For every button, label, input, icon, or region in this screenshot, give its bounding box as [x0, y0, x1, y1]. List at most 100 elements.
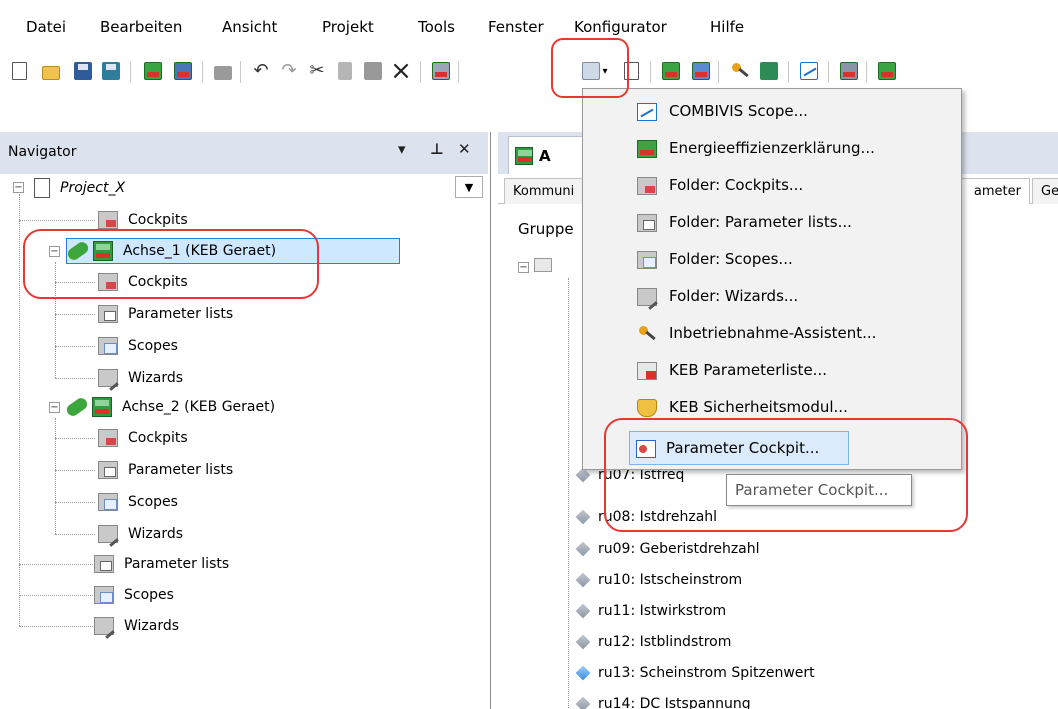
panel-divider[interactable] [490, 132, 491, 709]
tree-item-project[interactable]: Project_X [34, 175, 129, 201]
new-file-icon[interactable] [6, 58, 32, 84]
tree-item-label: Scopes [128, 338, 178, 354]
save-icon[interactable] [70, 58, 96, 84]
parameter-row[interactable]: ru09: Geberistdrehzahl [575, 536, 760, 562]
collapse-toggle[interactable]: − [518, 262, 529, 273]
tree-item-achse-2[interactable]: Achse_2 (KEB Geraet) [64, 394, 279, 420]
menu-projekt[interactable]: Projekt [318, 16, 378, 38]
insert-dropdown-icon[interactable]: ▾ [576, 58, 614, 84]
export-icon[interactable] [618, 58, 644, 84]
menu-item-label: Folder: Scopes... [669, 250, 793, 268]
keb-parameter-icon[interactable] [428, 58, 454, 84]
menu-bearbeiten[interactable]: Bearbeiten [96, 16, 186, 38]
menu-item-energieeffizienz[interactable]: Energieeffizienzerklärung... [585, 132, 959, 166]
tree-line [55, 418, 56, 534]
parameter-row[interactable]: ru10: Istscheinstrom [575, 567, 743, 593]
tree-item-achse-2-parameter-lists[interactable]: Parameter lists [98, 457, 237, 483]
tree-item-label: Cockpits [128, 430, 188, 446]
menu-item-inbetriebnahme-assistent[interactable]: Inbetriebnahme-Assistent... [585, 317, 959, 351]
folder-cockpits-icon [98, 429, 118, 447]
menu-item-combivis-scope[interactable]: COMBIVIS Scope... [585, 95, 959, 129]
parameter-row[interactable]: ru13: Scheinstrom Spitzenwert [575, 660, 815, 686]
tree-item-label: Wizards [128, 526, 184, 542]
menu-item-folder-wizards[interactable]: Folder: Wizards... [585, 280, 959, 314]
menu-konfigurator[interactable]: Konfigurator [570, 16, 671, 38]
delete-icon[interactable]: × [388, 58, 414, 84]
chevron-down-icon: ▼ [464, 180, 474, 194]
group-label: Gruppe [518, 220, 574, 238]
folder-wizards-icon [98, 525, 118, 543]
parameter-list-icon[interactable] [836, 58, 862, 84]
parameter-icon [575, 509, 591, 525]
device-settings-icon[interactable] [170, 58, 196, 84]
tab-parameter[interactable]: ameter [960, 178, 1030, 204]
menu-hilfe[interactable]: Hilfe [706, 16, 748, 38]
tree-item-achse-2-scopes[interactable]: Scopes [98, 489, 182, 515]
open-folder-icon[interactable] [38, 58, 64, 84]
cut-icon[interactable]: ✂ [304, 58, 330, 84]
close-icon[interactable]: ✕ [458, 140, 471, 158]
keb-device-icon[interactable] [140, 58, 166, 84]
collapse-toggle[interactable]: − [13, 182, 24, 193]
tab-kommunikation[interactable]: Kommuni [504, 178, 588, 204]
paste-icon[interactable] [360, 58, 386, 84]
tab-more[interactable]: Ge [1032, 178, 1058, 204]
tree-item-achse-1[interactable]: Achse_1 (KEB Geraet) [65, 238, 400, 264]
tree-item-achse-2-wizards[interactable]: Wizards [98, 521, 187, 547]
menu-item-label: Inbetriebnahme-Assistent... [669, 324, 877, 342]
menu-item-label: Folder: Wizards... [669, 287, 799, 305]
collapse-toggle[interactable]: − [49, 246, 60, 257]
keb-device-a-icon[interactable] [658, 58, 684, 84]
navigator-title: Navigator [8, 144, 77, 160]
parameter-label: ru10: Istscheinstrom [598, 572, 743, 588]
tree-item-achse-1-wizards[interactable]: Wizards [98, 365, 187, 391]
parameter-row[interactable]: ru08: Istdrehzahl [575, 504, 717, 530]
redo-icon[interactable]: ↷ [276, 58, 302, 84]
menu-tools[interactable]: Tools [414, 16, 459, 38]
commissioning-key-icon[interactable] [726, 58, 752, 84]
keb-parameter-list-icon [637, 362, 657, 380]
tree-item-achse-1-scopes[interactable]: Scopes [98, 333, 182, 359]
undo-icon[interactable]: ↶ [248, 58, 274, 84]
collapse-toggle[interactable]: − [49, 402, 60, 413]
copy-icon[interactable] [332, 58, 358, 84]
dropdown-arrow-icon[interactable]: ▾ [398, 140, 406, 158]
tree-item-cockpits[interactable]: Cockpits [98, 207, 192, 233]
pin-icon[interactable]: ⊥ [430, 140, 444, 158]
tree-item-achse-1-parameter-lists[interactable]: Parameter lists [98, 301, 237, 327]
tree-item-wizards[interactable]: Wizards [94, 613, 183, 639]
insert-dropdown-menu: COMBIVIS Scope... Energieeffizienzerklär… [582, 88, 962, 470]
save-all-icon[interactable] [98, 58, 124, 84]
navigator-dropdown-button[interactable]: ▼ [455, 176, 483, 198]
menu-ansicht[interactable]: Ansicht [218, 16, 281, 38]
menu-item-keb-parameterliste[interactable]: KEB Parameterliste... [585, 354, 959, 388]
toolbar-separator [788, 61, 789, 83]
parameter-row[interactable]: ru12: Istblindstrom [575, 629, 731, 655]
tree-item-label: Achse_2 (KEB Geraet) [122, 399, 276, 415]
folder-parameter-lists-icon [637, 214, 657, 232]
parameter-row[interactable]: ru14: DC Istspannung [575, 691, 751, 709]
tooltip: Parameter Cockpit... [726, 474, 912, 506]
tree-item-label: Project_X [60, 180, 126, 196]
menu-fenster[interactable]: Fenster [484, 16, 548, 38]
keb-device-b-icon[interactable] [688, 58, 714, 84]
menu-item-parameter-cockpit[interactable]: Parameter Cockpit... [629, 431, 849, 465]
keb-tool-icon[interactable] [874, 58, 900, 84]
print-icon[interactable] [210, 58, 236, 84]
safety-module-icon [637, 399, 657, 417]
tree-item-parameter-lists[interactable]: Parameter lists [94, 551, 233, 577]
tree-item-label: Parameter lists [128, 462, 234, 478]
menu-item-folder-parameter-lists[interactable]: Folder: Parameter lists... [585, 206, 959, 240]
tree-item-scopes[interactable]: Scopes [94, 582, 178, 608]
menu-item-keb-sicherheitsmodul[interactable]: KEB Sicherheitsmodul... [585, 391, 959, 425]
menu-item-folder-cockpits[interactable]: Folder: Cockpits... [585, 169, 959, 203]
device-transfer-icon[interactable] [756, 58, 782, 84]
folder-parameter-lists-icon [98, 305, 118, 323]
keb-device-icon [92, 397, 112, 417]
tree-item-achse-1-cockpits[interactable]: Cockpits [98, 269, 192, 295]
menu-datei[interactable]: Datei [22, 16, 70, 38]
tree-item-achse-2-cockpits[interactable]: Cockpits [98, 425, 192, 451]
scope-icon[interactable] [796, 58, 822, 84]
parameter-row[interactable]: ru11: Istwirkstrom [575, 598, 726, 624]
menu-item-folder-scopes[interactable]: Folder: Scopes... [585, 243, 959, 277]
